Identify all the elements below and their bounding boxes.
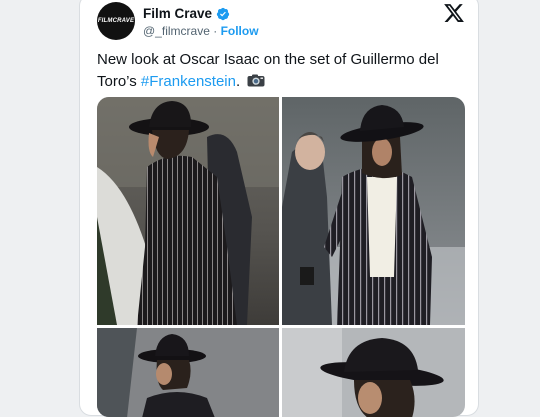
hashtag-link[interactable]: #Frankenstein [141,73,236,90]
separator: · [213,24,218,38]
avatar[interactable]: FILMCRAVE [97,2,135,40]
handle[interactable]: @_filmcrave [143,24,210,38]
camera-emoji-icon [247,74,265,87]
media-grid[interactable] [97,97,465,417]
photo-profile-in-hat-right[interactable] [282,328,465,417]
photo-oscar-isaac-striped-coat[interactable] [97,97,279,325]
verified-badge-icon [216,7,230,20]
photo-profile-in-hat-left[interactable] [97,328,279,417]
follow-button[interactable]: Follow [221,24,259,38]
x-logo-icon[interactable] [443,2,465,24]
handle-row: @_filmcrave · Follow [143,24,259,38]
tweet-text: New look at Oscar Isaac on the set of Gu… [97,49,467,93]
avatar-logo-text: FILMCRAVE [97,18,135,24]
photo-on-set-with-crew[interactable] [282,97,465,325]
display-name[interactable]: Film Crave [143,6,212,21]
display-name-row[interactable]: Film Crave [143,6,230,21]
tweet-text-end: . [235,73,241,90]
